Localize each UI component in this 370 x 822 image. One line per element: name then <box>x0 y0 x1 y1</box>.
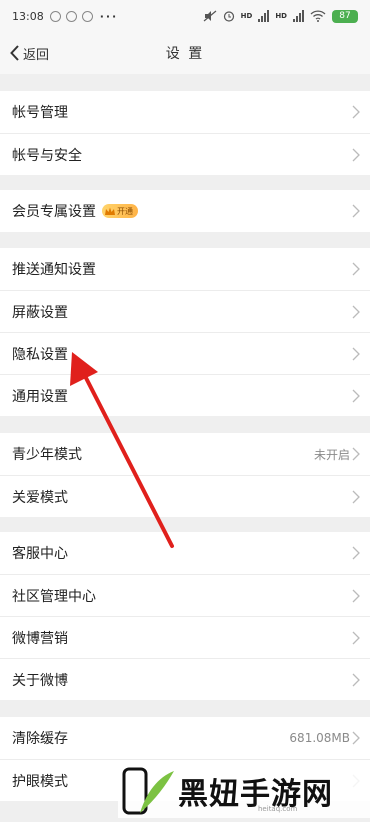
chevron-right-icon <box>352 148 360 162</box>
settings-group-modes: 青少年模式 未开启 关爱模式 <box>0 433 370 517</box>
settings-group-general: 推送通知设置 屏蔽设置 隐私设置 通用设置 <box>0 248 370 416</box>
settings-item-general[interactable]: 通用设置 <box>0 374 370 416</box>
signal-icon <box>258 10 270 22</box>
chevron-right-icon <box>352 105 360 119</box>
settings-item-block[interactable]: 屏蔽设置 <box>0 290 370 332</box>
cache-size: 681.08MB <box>289 731 350 745</box>
hd-label: HD <box>275 12 287 20</box>
settings-item-label: 护眼模式 <box>12 773 68 790</box>
chevron-right-icon <box>352 262 360 276</box>
settings-item-about[interactable]: 关于微博 <box>0 658 370 700</box>
settings-item-label: 客服中心 <box>12 546 68 562</box>
settings-item-weibo-marketing[interactable]: 微博营销 <box>0 616 370 658</box>
settings-item-label: 清除缓存 <box>12 731 68 747</box>
settings-group-support: 客服中心 社区管理中心 微博营销 关于微博 <box>0 532 370 700</box>
alarm-icon <box>223 11 234 22</box>
chevron-left-icon <box>10 45 19 61</box>
watermark-url: heitaq.com <box>258 805 298 813</box>
shield-icon <box>81 10 93 22</box>
settings-item-privacy[interactable]: 隐私设置 <box>0 332 370 374</box>
chevron-right-icon <box>352 305 360 319</box>
settings-item-clear-cache[interactable]: 清除缓存 681.08MB <box>0 717 370 759</box>
chevron-right-icon <box>352 546 360 560</box>
watermark-text: 黑妞手游网 <box>178 776 333 812</box>
settings-item-customer-service[interactable]: 客服中心 <box>0 532 370 574</box>
wifi-icon <box>310 10 326 22</box>
battery-indicator: 87 <box>332 9 358 23</box>
more-dots-icon: ··· <box>99 9 119 23</box>
settings-item-label: 关爱模式 <box>12 489 68 506</box>
settings-item-teen-mode[interactable]: 青少年模式 未开启 <box>0 433 370 475</box>
chevron-right-icon <box>352 731 360 745</box>
settings-group-account: 帐号管理 帐号与安全 <box>0 91 370 175</box>
settings-item-community-management[interactable]: 社区管理中心 <box>0 574 370 616</box>
mute-icon <box>203 10 217 22</box>
settings-item-account-management[interactable]: 帐号管理 <box>0 91 370 133</box>
teen-mode-status: 未开启 <box>313 447 350 462</box>
nav-bar: 返回 设 置 <box>0 32 370 74</box>
chevron-right-icon <box>352 589 360 603</box>
vip-badge[interactable]: 开通 <box>102 204 138 218</box>
notification-icon <box>49 10 61 22</box>
page-title: 设 置 <box>165 46 205 62</box>
watermark: 黑妞手游网 heitaq.com <box>118 763 370 818</box>
vip-badge-label: 开通 <box>117 206 133 216</box>
settings-item-care-mode[interactable]: 关爱模式 <box>0 475 370 517</box>
chevron-right-icon <box>352 490 360 504</box>
settings-item-label: 社区管理中心 <box>12 588 96 605</box>
settings-item-member-settings[interactable]: 会员专属设置 开通 <box>0 190 370 232</box>
settings-item-label: 青少年模式 <box>12 447 82 463</box>
settings-item-label: 帐号与安全 <box>12 147 82 164</box>
settings-item-label: 帐号管理 <box>12 105 68 121</box>
settings-item-account-security[interactable]: 帐号与安全 <box>0 133 370 175</box>
settings-item-label: 通用设置 <box>12 388 68 405</box>
settings-item-label: 隐私设置 <box>12 346 68 363</box>
status-bar: 13:08 ··· HD HD 87 <box>0 0 370 32</box>
hd-label: HD <box>240 12 253 20</box>
chevron-right-icon <box>352 347 360 361</box>
notification-icon <box>65 10 77 22</box>
chevron-right-icon <box>352 204 360 218</box>
settings-item-label: 推送通知设置 <box>12 262 96 278</box>
chevron-right-icon <box>352 631 360 645</box>
settings-item-push-notifications[interactable]: 推送通知设置 <box>0 248 370 290</box>
chevron-right-icon <box>352 447 360 461</box>
settings-item-label: 屏蔽设置 <box>12 304 68 321</box>
watermark-logo <box>122 767 174 815</box>
back-label: 返回 <box>23 47 50 63</box>
settings-item-label: 微博营销 <box>12 630 68 647</box>
settings-item-label: 会员专属设置 <box>12 204 96 220</box>
chevron-right-icon <box>352 389 360 403</box>
settings-item-label: 关于微博 <box>12 672 68 689</box>
chevron-right-icon <box>352 673 360 687</box>
settings-group-membership: 会员专属设置 开通 <box>0 190 370 232</box>
crown-icon <box>105 207 115 215</box>
back-button[interactable]: 返回 <box>10 32 49 74</box>
status-time: 13:08 <box>12 9 44 23</box>
signal-icon <box>293 10 304 22</box>
